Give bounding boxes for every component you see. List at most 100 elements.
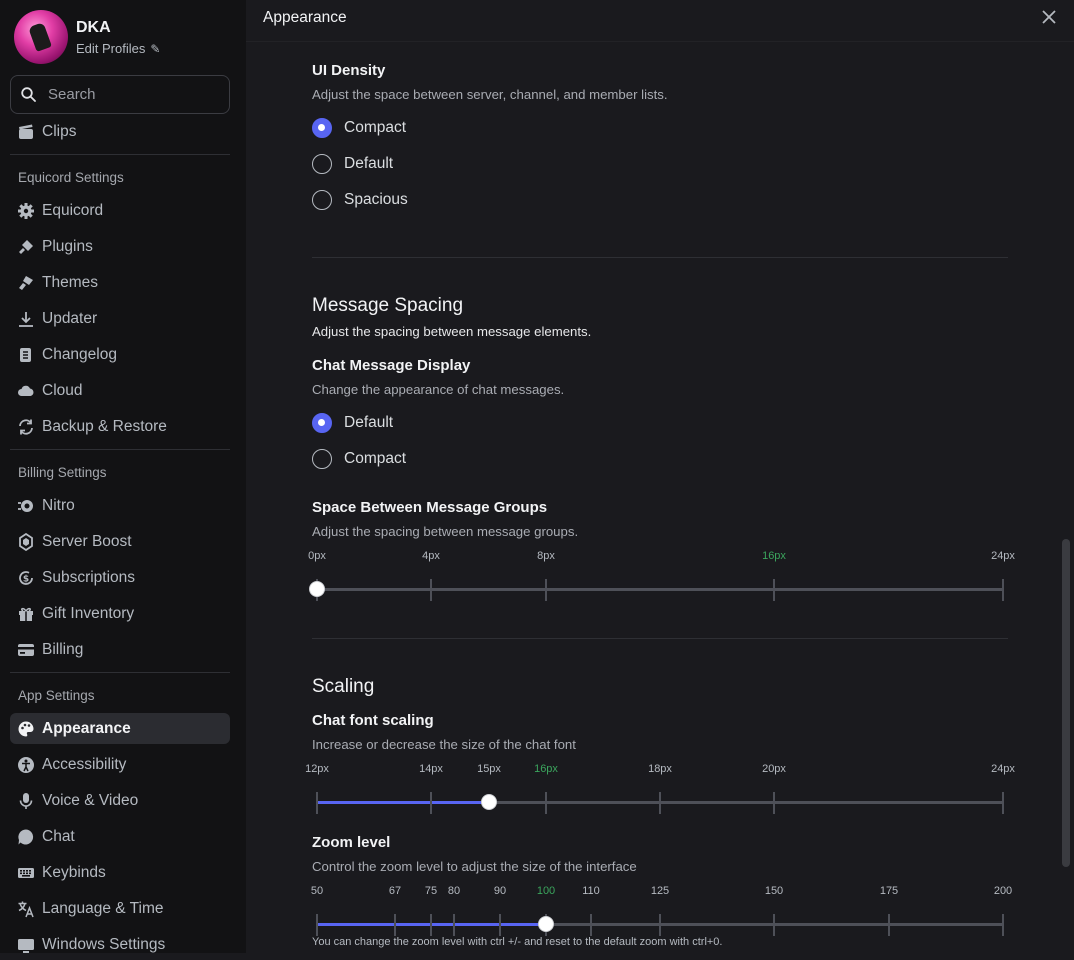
- accessibility-icon: [16, 755, 36, 775]
- font-scaling-slider[interactable]: 12px 14px 15px 16px 18px 20px 24px: [305, 763, 1015, 814]
- slider-thumb[interactable]: [309, 581, 325, 597]
- slider-tick-label: 14px: [419, 763, 443, 775]
- zoom-level-title: Zoom level: [312, 834, 391, 851]
- slider-tick-label-default: 16px: [762, 550, 786, 562]
- search-input[interactable]: [48, 86, 208, 103]
- slider-tick-label: 12px: [305, 763, 329, 775]
- sidebar-item-cloud[interactable]: Cloud: [10, 375, 230, 406]
- divider: [10, 672, 230, 673]
- zoom-hint: You can change the zoom level with ctrl …: [312, 936, 723, 948]
- radio-display-compact[interactable]: Compact: [312, 449, 406, 469]
- sidebar-item-label: Keybinds: [42, 863, 106, 881]
- scrollbar[interactable]: [1062, 539, 1070, 867]
- font-scaling-title: Chat font scaling: [312, 712, 434, 729]
- slider-tick-label: 15px: [477, 763, 501, 775]
- radio-indicator[interactable]: [312, 449, 332, 469]
- sidebar-item-billing[interactable]: Billing: [10, 634, 230, 665]
- edit-profiles-label: Edit Profiles: [76, 41, 146, 56]
- sidebar-item-backup-restore[interactable]: Backup & Restore: [10, 411, 230, 442]
- sidebar-item-label: Voice & Video: [42, 791, 139, 809]
- sidebar-item-voice-video[interactable]: Voice & Video: [10, 785, 230, 816]
- settings-sidebar: DKA Edit Profiles ✎ Clips Equicord Setti…: [0, 0, 246, 953]
- sidebar-item-equicord[interactable]: Equicord: [10, 195, 230, 226]
- slider-tick-label: 150: [764, 885, 784, 897]
- radio-display-default[interactable]: Default: [312, 413, 393, 433]
- slider-track[interactable]: [316, 588, 1004, 591]
- edit-profiles-link[interactable]: Edit Profiles ✎: [76, 41, 160, 56]
- radio-density-spacious[interactable]: Spacious: [312, 190, 408, 210]
- radio-indicator[interactable]: [312, 413, 332, 433]
- close-icon: [1042, 10, 1056, 24]
- slider-tick: [1002, 792, 1004, 814]
- zoom-level-slider[interactable]: 50 67 75 80 90 100 110 125 150 175 200: [311, 885, 1012, 936]
- sidebar-item-label: Subscriptions: [42, 568, 136, 586]
- svg-text:$: $: [23, 574, 29, 584]
- sidebar-item-label: Nitro: [42, 496, 75, 514]
- slider-tick: [659, 792, 661, 814]
- sidebar-item-appearance[interactable]: Appearance: [10, 713, 230, 744]
- divider: [10, 449, 230, 450]
- avatar[interactable]: [14, 10, 68, 64]
- radio-label: Compact: [344, 450, 407, 467]
- slider-thumb[interactable]: [481, 794, 497, 810]
- slider-thumb[interactable]: [538, 916, 554, 932]
- windows-icon: [16, 935, 36, 955]
- search-box[interactable]: [10, 75, 230, 114]
- sidebar-item-updater[interactable]: Updater: [10, 303, 230, 334]
- sidebar-item-label: Equicord: [42, 201, 104, 219]
- radio-indicator[interactable]: [312, 190, 332, 210]
- sidebar-item-gift-inventory[interactable]: Gift Inventory: [10, 598, 230, 629]
- app-settings-header: App Settings: [18, 688, 95, 703]
- slider-tick-label: 110: [582, 885, 600, 897]
- download-icon: [16, 309, 36, 329]
- sidebar-item-label: Server Boost: [42, 532, 132, 550]
- plugin-icon: [16, 237, 36, 257]
- sidebar-item-plugins[interactable]: Plugins: [10, 231, 230, 262]
- profile-card[interactable]: DKA Edit Profiles ✎: [14, 10, 160, 64]
- sidebar-item-changelog[interactable]: Changelog: [10, 339, 230, 370]
- slider-tick: [773, 579, 775, 601]
- slider-tick: [316, 914, 318, 936]
- sidebar-item-label: Updater: [42, 309, 98, 327]
- pencil-icon: ✎: [150, 41, 161, 56]
- ui-density-description: Adjust the space between server, channel…: [312, 87, 668, 102]
- nitro-icon: [16, 496, 36, 516]
- radio-label: Default: [344, 155, 394, 172]
- sidebar-item-keybinds[interactable]: Keybinds: [10, 857, 230, 888]
- radio-indicator[interactable]: [312, 154, 332, 174]
- radio-label: Default: [344, 414, 394, 431]
- group-space-slider[interactable]: 0px 4px 8px 16px 24px: [308, 550, 1015, 601]
- section-divider: [312, 638, 1008, 639]
- boost-icon: [16, 532, 36, 552]
- sidebar-item-accessibility[interactable]: Accessibility: [10, 749, 230, 780]
- sidebar-item-language-time[interactable]: Language & Time: [10, 893, 230, 924]
- slider-tick-label: 0px: [308, 550, 326, 562]
- sidebar-item-subscriptions[interactable]: $ Subscriptions: [10, 562, 230, 593]
- sidebar-item-server-boost[interactable]: Server Boost: [10, 526, 230, 557]
- sidebar-item-label: Themes: [42, 273, 98, 291]
- slider-tick-label: 125: [650, 885, 670, 897]
- radio-indicator[interactable]: [312, 118, 332, 138]
- slider-tick: [545, 579, 547, 601]
- language-icon: [16, 899, 36, 919]
- sidebar-item-themes[interactable]: Themes: [10, 267, 230, 298]
- slider-tick-label: 175: [879, 885, 899, 897]
- scaling-title: Scaling: [312, 676, 375, 697]
- sidebar-item-windows-settings[interactable]: Windows Settings: [10, 929, 230, 960]
- slider-tick: [430, 579, 432, 601]
- page-title: Appearance: [263, 9, 347, 26]
- slider-tick-label: 18px: [648, 763, 672, 775]
- sidebar-item-clips[interactable]: Clips: [10, 116, 230, 147]
- slider-tick: [590, 914, 592, 936]
- slider-tick: [773, 792, 775, 814]
- close-button[interactable]: [1040, 8, 1058, 26]
- slider-tick-label: 75: [424, 885, 438, 897]
- sidebar-item-nitro[interactable]: Nitro: [10, 490, 230, 521]
- radio-density-compact[interactable]: Compact: [312, 118, 406, 138]
- radio-density-default[interactable]: Default: [312, 154, 393, 174]
- slider-tick-label: 20px: [762, 763, 786, 775]
- sidebar-item-chat[interactable]: Chat: [10, 821, 230, 852]
- refresh-icon: [16, 417, 36, 437]
- ui-density-title: UI Density: [312, 62, 386, 79]
- card-icon: [16, 640, 36, 660]
